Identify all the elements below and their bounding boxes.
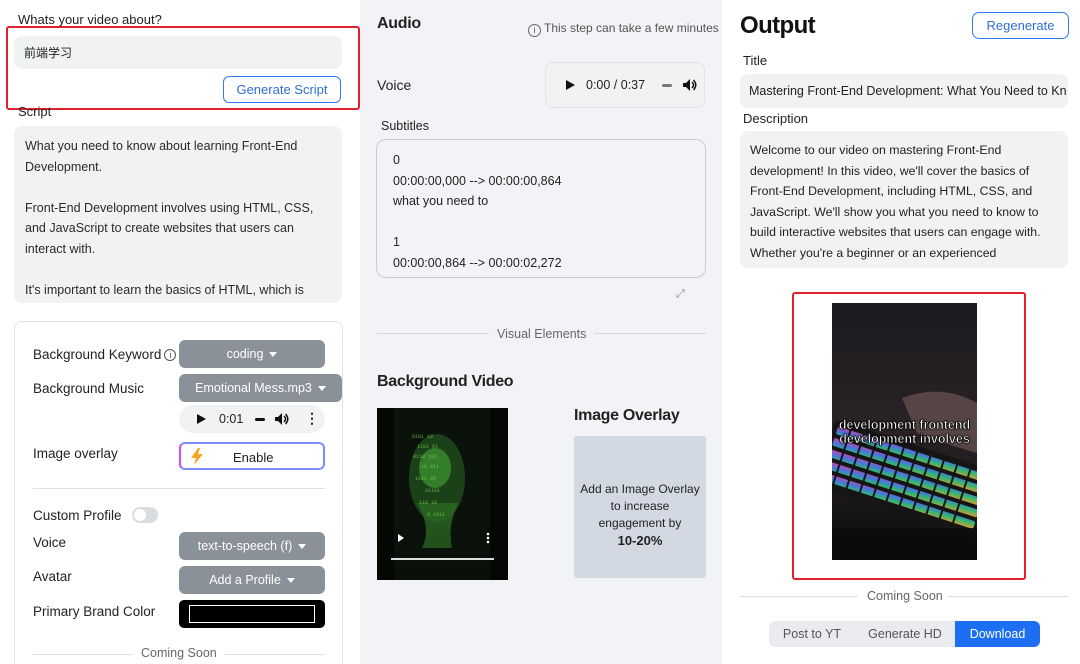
- subtitle-line: 1: [393, 235, 400, 249]
- brand-color-picker[interactable]: [179, 600, 325, 628]
- voice-label: Voice: [377, 77, 412, 93]
- audio-title: Audio: [377, 15, 421, 32]
- audio-time: 0:00 / 0:37: [586, 78, 646, 92]
- regenerate-button[interactable]: Regenerate: [972, 12, 1069, 39]
- background-music-dropdown[interactable]: Emotional Mess.mp3: [179, 374, 342, 402]
- title-field[interactable]: Mastering Front-End Development: What Yo…: [740, 74, 1068, 108]
- svg-text:1101 01: 1101 01: [417, 444, 438, 450]
- subtitle-line: 0: [393, 153, 400, 167]
- settings-card: Background Keyword i coding Background Mu…: [14, 321, 343, 664]
- highlight-box-topic: [6, 26, 360, 110]
- background-video-title: Background Video: [377, 373, 514, 390]
- svg-text:01101: 01101: [425, 488, 440, 494]
- svg-text:0101 10: 0101 10: [412, 434, 433, 440]
- audio-hint: i This step can take a few minutes: [528, 21, 719, 37]
- image-overlay-title: Image Overlay: [574, 407, 680, 424]
- svg-text:10 011: 10 011: [421, 464, 439, 470]
- video-caption-line: development involves: [839, 432, 970, 447]
- divider: [948, 596, 1068, 597]
- download-button[interactable]: Download: [955, 621, 1040, 647]
- coming-soon-label: Coming Soon: [867, 589, 943, 603]
- background-keyword-value: coding: [226, 347, 264, 361]
- background-keyword-dropdown[interactable]: coding: [179, 340, 325, 368]
- avatar-value: Add a Profile: [209, 573, 281, 587]
- custom-profile-label: Custom Profile: [33, 508, 122, 523]
- coming-soon-label: Coming Soon: [133, 646, 225, 660]
- progress-slider[interactable]: [662, 84, 672, 87]
- voice-value: text-to-speech (f): [197, 539, 293, 553]
- script-paragraph: What you need to know about learning Fro…: [25, 139, 298, 174]
- avatar-label: Avatar: [33, 569, 72, 584]
- output-actions: Post to YT Generate HD Download: [769, 621, 1040, 647]
- volume-icon[interactable]: [683, 79, 697, 91]
- audio-panel: Audio i This step can take a few minutes …: [360, 0, 722, 664]
- voice-audio-player: 0:00 / 0:37: [545, 62, 705, 108]
- script-paragraph: Front-End Development involves using HTM…: [25, 200, 314, 256]
- title-label: Title: [743, 53, 768, 68]
- script-panel: Whats your video about? 前端学习 Generate Sc…: [0, 0, 360, 664]
- background-keyword-label: Background Keyword: [33, 347, 162, 362]
- background-keyword-row: Background Keyword i: [33, 347, 177, 362]
- topic-question-label: Whats your video about?: [18, 12, 162, 27]
- divider: [33, 488, 325, 489]
- info-icon: i: [528, 24, 541, 37]
- video-caption-line: development frontend: [838, 418, 971, 433]
- svg-text:1011 00: 1011 00: [415, 476, 436, 482]
- output-panel: Output Regenerate Title Mastering Front-…: [722, 0, 1080, 664]
- generate-hd-button[interactable]: Generate HD: [855, 621, 955, 647]
- voice-dropdown[interactable]: text-to-speech (f): [179, 532, 325, 560]
- overlay-cta-text: Add an Image Overlay to increase engagem…: [580, 482, 700, 530]
- subtitle-line: what you need to: [393, 194, 489, 208]
- divider: [740, 596, 858, 597]
- audio-hint-text: This step can take a few minutes: [544, 21, 719, 35]
- subtitle-line: [393, 212, 689, 233]
- volume-icon[interactable]: [275, 413, 289, 425]
- subtitle-line: 00:00:00,000 --> 00:00:00,864: [393, 173, 562, 188]
- svg-text:0 1011: 0 1011: [427, 512, 445, 518]
- expand-icon[interactable]: ⤢: [676, 288, 685, 301]
- play-icon[interactable]: [566, 80, 575, 90]
- description-label: Description: [743, 111, 809, 126]
- video-thumbnail: 0101 10 1101 01 0110 101 10 011 1011 00 0110…: [377, 408, 508, 580]
- caret-down-icon: [286, 578, 295, 584]
- post-to-yt-button[interactable]: Post to YT: [769, 621, 855, 647]
- script-textarea[interactable]: What you need to know about learning Fro…: [14, 126, 342, 303]
- info-icon[interactable]: i: [164, 349, 177, 361]
- brand-color-label: Primary Brand Color: [33, 604, 156, 619]
- subtitles-textarea[interactable]: 0 00:00:00,000 --> 00:00:00,864 what you…: [376, 139, 706, 278]
- enable-label: Enable: [233, 450, 274, 465]
- divider: [377, 333, 489, 334]
- svg-text:110 10: 110 10: [419, 500, 437, 506]
- svg-text:0110 101: 0110 101: [413, 454, 437, 460]
- caret-down-icon: [269, 352, 278, 358]
- subtitle-line: 00:00:00,864 --> 00:00:02,272: [393, 255, 562, 270]
- background-music-value: Emotional Mess.mp3: [195, 381, 312, 395]
- visual-elements-label: Visual Elements: [497, 327, 587, 341]
- color-swatch-frame: [189, 605, 315, 623]
- description-field[interactable]: Welcome to our video on mastering Front-…: [740, 131, 1068, 268]
- more-options-icon[interactable]: ⋮: [305, 410, 319, 426]
- play-icon[interactable]: [197, 414, 206, 424]
- divider: [594, 333, 706, 334]
- image-overlay-label: Image overlay: [33, 446, 118, 461]
- progress-slider[interactable]: [255, 418, 265, 421]
- custom-profile-toggle[interactable]: [132, 507, 158, 523]
- caret-down-icon: [317, 386, 326, 392]
- script-paragraph: It's important to learn the basics of HT…: [25, 282, 304, 297]
- enable-overlay-button[interactable]: Enable: [179, 442, 325, 470]
- subtitles-label: Subtitles: [381, 119, 429, 133]
- output-title: Output: [740, 12, 816, 39]
- script-label: Script: [18, 104, 52, 119]
- avatar-dropdown[interactable]: Add a Profile: [179, 566, 325, 594]
- caret-down-icon: [298, 544, 307, 550]
- output-video-preview[interactable]: development frontend development involve…: [832, 303, 977, 560]
- music-time: 0:01: [219, 412, 244, 426]
- background-music-label: Background Music: [33, 381, 145, 396]
- music-player: 0:01 ⋮: [179, 405, 325, 433]
- lightning-icon: [191, 448, 203, 465]
- overlay-cta-percent: 10-20%: [617, 533, 663, 548]
- image-overlay-card[interactable]: Add an Image Overlay to increase engagem…: [574, 436, 706, 578]
- background-video-player[interactable]: 0101 10 1101 01 0110 101 10 011 1011 00 0110…: [377, 408, 508, 580]
- voice-label: Voice: [33, 535, 67, 550]
